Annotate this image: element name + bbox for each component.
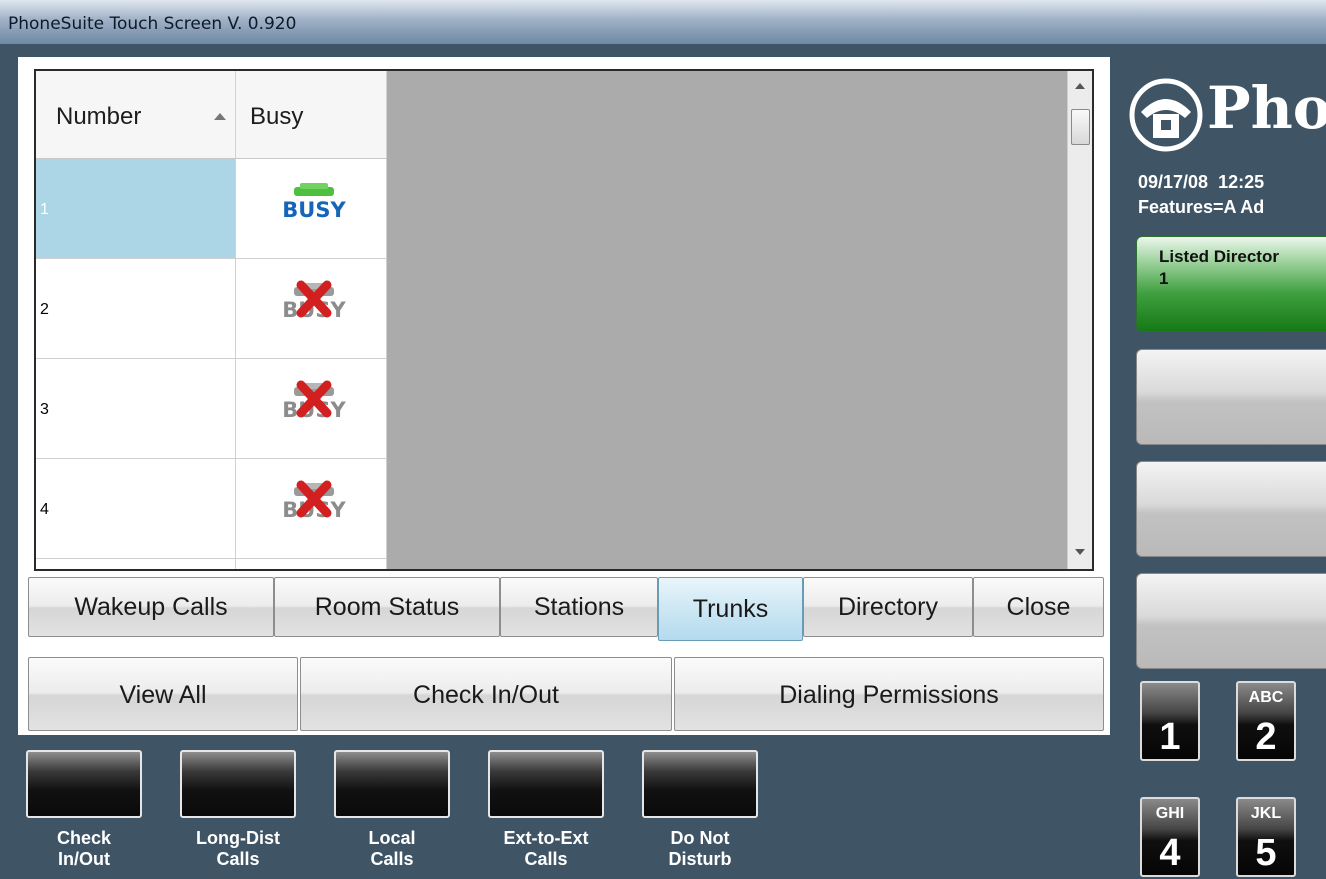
tab-stations-label: Stations bbox=[533, 593, 625, 621]
feature-local-calls-button[interactable] bbox=[334, 750, 450, 818]
logo-text: Pho bbox=[1207, 74, 1326, 142]
side-button-1[interactable] bbox=[1136, 349, 1326, 445]
keypad-letters: GHI bbox=[1155, 805, 1185, 822]
time-label: 12:25 bbox=[1218, 172, 1265, 192]
busy-toggle-cell[interactable] bbox=[236, 559, 387, 569]
table-row-number[interactable]: 2 bbox=[36, 259, 236, 359]
close-button[interactable]: Close bbox=[973, 577, 1104, 637]
dialing-permissions-button[interactable]: Dialing Permissions bbox=[674, 657, 1104, 731]
busy-text: BUSY bbox=[282, 198, 346, 222]
listed-directory-title: Listed Director bbox=[1159, 247, 1279, 266]
check-in-out-label: Check In/Out bbox=[413, 681, 559, 709]
sort-ascending-icon bbox=[214, 113, 226, 120]
side-button-3[interactable] bbox=[1136, 573, 1326, 669]
keypad-digit: 1 bbox=[1159, 716, 1181, 758]
side-button-wrap bbox=[1136, 461, 1326, 557]
feature-local-calls[interactable]: Local Calls bbox=[332, 750, 452, 870]
main-panel: Number Busy 1 BUSY 2 BUSY 3 BUSY 4 BUSY … bbox=[18, 57, 1110, 735]
tab-room-status-label: Room Status bbox=[314, 593, 460, 621]
features-label: Features=A Ad bbox=[1138, 197, 1265, 217]
feature-long-dist-calls-label: Long-Dist Calls bbox=[196, 828, 280, 869]
tab-directory-label: Directory bbox=[837, 593, 938, 621]
side-button-wrap bbox=[1136, 573, 1326, 669]
feature-local-calls-label: Local Calls bbox=[368, 828, 416, 869]
row-number: 1 bbox=[40, 201, 49, 218]
scroll-down-icon[interactable] bbox=[1075, 549, 1085, 555]
keypad-key-2[interactable]: ABC 2 bbox=[1236, 681, 1296, 761]
tab-room-status[interactable]: Room Status bbox=[274, 577, 500, 637]
tab-directory[interactable]: Directory bbox=[803, 577, 973, 637]
feature-do-not-disturb-button[interactable] bbox=[642, 750, 758, 818]
trunks-grid: Number Busy 1 BUSY 2 BUSY 3 BUSY 4 BUSY bbox=[34, 69, 1094, 571]
busy-disabled-icon: BUSY bbox=[282, 480, 346, 522]
feature-ext-to-ext-calls-label: Ext-to-Ext Calls bbox=[503, 828, 589, 869]
table-row-number[interactable]: 1 bbox=[36, 159, 236, 259]
keypad-key-1[interactable]: 1 bbox=[1140, 681, 1200, 761]
side-button-wrap bbox=[1136, 349, 1326, 445]
busy-toggle-cell[interactable]: BUSY bbox=[236, 459, 387, 559]
phonesuite-logo: Pho bbox=[1127, 74, 1326, 158]
title-bar: PhoneSuite Touch Screen V. 0.920 bbox=[0, 0, 1326, 44]
date-label: 09/17/08 bbox=[1138, 172, 1209, 192]
row-number: 2 bbox=[40, 301, 49, 318]
scroll-thumb[interactable] bbox=[1071, 109, 1090, 145]
busy-disabled-icon: BUSY bbox=[282, 380, 346, 422]
keypad-digit: 2 bbox=[1255, 716, 1277, 758]
window-title: PhoneSuite Touch Screen V. 0.920 bbox=[8, 14, 297, 34]
feature-long-dist-calls-button[interactable] bbox=[180, 750, 296, 818]
phone-house-logo-icon bbox=[1129, 78, 1203, 152]
vertical-scrollbar[interactable] bbox=[1067, 71, 1092, 569]
view-all-button[interactable]: View All bbox=[28, 657, 298, 731]
busy-toggle-cell[interactable]: BUSY bbox=[236, 259, 387, 359]
keypad-letters: JKL bbox=[1250, 805, 1282, 822]
close-button-label: Close bbox=[1006, 593, 1071, 621]
listed-directory-value: 1 bbox=[1159, 269, 1169, 288]
feature-check-in-out-button[interactable] bbox=[26, 750, 142, 818]
feature-check-in-out-label: Check In/Out bbox=[56, 828, 112, 869]
row-number: 3 bbox=[40, 401, 49, 418]
column-header-number[interactable]: Number bbox=[36, 71, 236, 159]
busy-active-icon: BUSY bbox=[282, 183, 346, 222]
column-header-busy[interactable]: Busy bbox=[236, 71, 387, 159]
feature-ext-to-ext-calls-button[interactable] bbox=[488, 750, 604, 818]
dialing-permissions-label: Dialing Permissions bbox=[779, 681, 999, 709]
feature-long-dist-calls[interactable]: Long-Dist Calls bbox=[178, 750, 298, 870]
date-time: 09/17/08 12:25 bbox=[1138, 172, 1264, 193]
keypad-digit: 5 bbox=[1255, 832, 1277, 874]
row-number: 4 bbox=[40, 501, 49, 518]
tab-stations[interactable]: Stations bbox=[500, 577, 658, 637]
table-row-number[interactable]: 4 bbox=[36, 459, 236, 559]
busy-toggle-cell[interactable]: BUSY bbox=[236, 359, 387, 459]
scroll-up-icon[interactable] bbox=[1075, 83, 1085, 89]
feature-do-not-disturb-label: Do Not Disturb bbox=[668, 828, 732, 869]
tab-wakeup-calls-label: Wakeup Calls bbox=[74, 593, 228, 621]
keypad-digit: 4 bbox=[1159, 832, 1181, 874]
busy-toggle-cell[interactable]: BUSY bbox=[236, 159, 387, 259]
keypad-key-4[interactable]: GHI 4 bbox=[1140, 797, 1200, 877]
tab-trunks-label: Trunks bbox=[692, 595, 769, 623]
tab-wakeup-calls[interactable]: Wakeup Calls bbox=[28, 577, 274, 637]
table-row-number[interactable]: 3 bbox=[36, 359, 236, 459]
feature-check-in-out[interactable]: Check In/Out bbox=[24, 750, 144, 870]
column-header-number-label: Number bbox=[56, 103, 142, 130]
keypad-letters: ABC bbox=[1248, 689, 1284, 706]
feature-ext-to-ext-calls[interactable]: Ext-to-Ext Calls bbox=[486, 750, 606, 870]
tab-trunks[interactable]: Trunks bbox=[658, 577, 803, 641]
listed-directory-wrap: Listed Director 1 bbox=[1136, 236, 1326, 332]
busy-disabled-icon: BUSY bbox=[282, 280, 346, 322]
feature-do-not-disturb[interactable]: Do Not Disturb bbox=[640, 750, 760, 870]
table-row-number[interactable] bbox=[36, 559, 236, 569]
column-header-busy-label: Busy bbox=[250, 103, 304, 130]
check-in-out-button[interactable]: Check In/Out bbox=[300, 657, 672, 731]
listed-directory-button[interactable]: Listed Director 1 bbox=[1136, 236, 1326, 332]
keypad-key-5[interactable]: JKL 5 bbox=[1236, 797, 1296, 877]
view-all-label: View All bbox=[119, 681, 207, 709]
side-button-2[interactable] bbox=[1136, 461, 1326, 557]
